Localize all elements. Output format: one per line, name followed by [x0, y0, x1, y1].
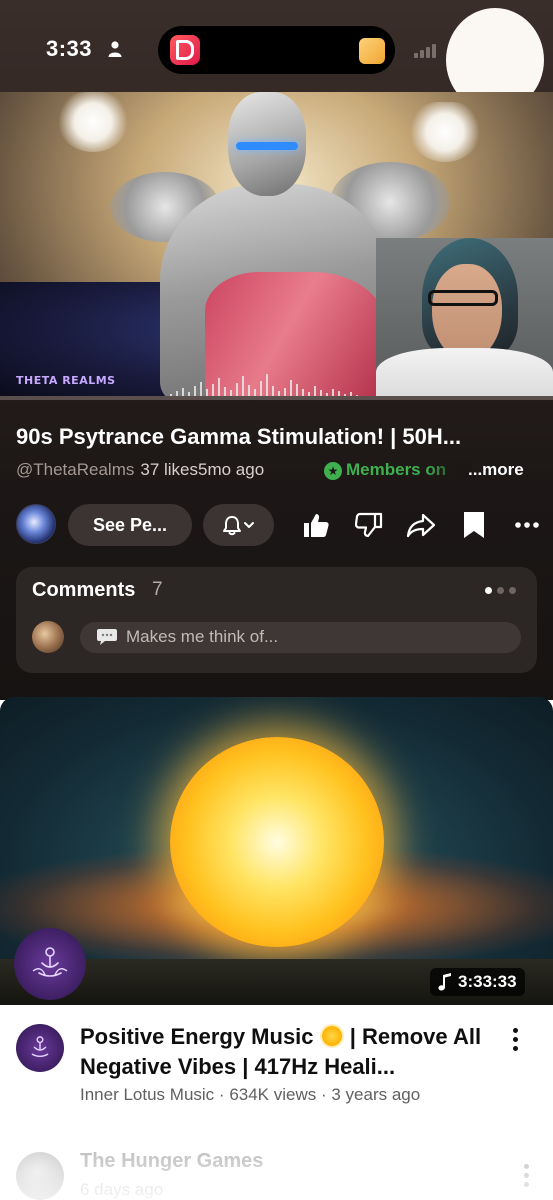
- channel-handle[interactable]: @ThetaRealms: [16, 460, 134, 479]
- bell-icon: [222, 516, 254, 536]
- third-item-menu-button[interactable]: [522, 1164, 530, 1188]
- chandelier-right: [410, 102, 480, 162]
- sun-emoji-icon: [321, 1026, 342, 1046]
- next-video-menu-button[interactable]: [511, 1028, 519, 1052]
- duration-text: 3:33:33: [458, 972, 517, 991]
- save-button[interactable]: [457, 508, 491, 542]
- dislike-button[interactable]: [353, 508, 387, 542]
- third-item-avatar[interactable]: [16, 1152, 64, 1200]
- next-video-views: 634K views: [229, 1085, 317, 1104]
- notifications-button[interactable]: [203, 504, 274, 546]
- lotus-meditation-icon: [31, 1036, 49, 1058]
- user-avatar: [32, 621, 64, 653]
- thumbs-up-icon: [304, 514, 329, 537]
- video-meta-row[interactable]: @ThetaRealms 37 likes5mo ago ★ Members on…: [16, 460, 541, 484]
- chandelier-left: [58, 92, 128, 152]
- bookmark-icon: [464, 512, 484, 538]
- dynamic-island: [158, 26, 395, 74]
- members-star-icon: ★: [324, 462, 342, 480]
- signal-icon: [414, 42, 440, 58]
- more-horizontal-icon: [515, 522, 539, 528]
- share-button[interactable]: [404, 508, 438, 542]
- next-video-age: 3 years ago: [331, 1085, 421, 1104]
- carousel-dots: [485, 587, 519, 595]
- action-row: See Pe...: [0, 500, 553, 550]
- webcam-shirt: [376, 348, 553, 400]
- waveform-bar: [266, 374, 268, 398]
- meta-separator: ·: [218, 1085, 230, 1104]
- comment-placeholder: Makes me think of...: [126, 627, 279, 646]
- lotus-meditation-icon: [32, 947, 68, 977]
- golden-orb: [170, 737, 384, 947]
- activity-icon: [359, 38, 385, 64]
- video-player[interactable]: THETA REALMS: [0, 92, 553, 400]
- next-video-title[interactable]: Positive Energy Music | Remove All Negat…: [80, 1022, 500, 1082]
- next-video-channel: Inner Lotus Music: [80, 1085, 215, 1104]
- audio-waveform: [170, 372, 370, 398]
- comments-card[interactable]: Comments 7 Makes me think of...: [16, 567, 537, 673]
- webcam-glasses: [428, 290, 498, 306]
- meta-separator: ·: [320, 1085, 332, 1104]
- creator-webcam: [376, 238, 553, 400]
- meta-fade: [426, 460, 472, 484]
- more-actions-button[interactable]: [510, 508, 544, 542]
- third-item-title[interactable]: The Hunger Games: [80, 1150, 263, 1173]
- upload-age: 5mo ago: [198, 460, 265, 479]
- waveform-bar: [242, 376, 244, 398]
- thumbs-down-icon: [355, 512, 383, 538]
- music-note-icon: [438, 973, 451, 991]
- next-video-channel-avatar[interactable]: [16, 1024, 64, 1072]
- waveform-bar: [218, 378, 220, 398]
- like-count: 37 likes: [140, 460, 198, 479]
- next-video-title-part1: Positive Energy Music: [80, 1024, 314, 1049]
- more-link[interactable]: ...more: [468, 460, 524, 480]
- video-title[interactable]: 90s Psytrance Gamma Stimulation! | 50H..…: [16, 424, 541, 450]
- channel-logo-overlay: [14, 928, 86, 1000]
- comments-title: Comments: [32, 579, 136, 601]
- duration-badge: 3:33:33: [430, 968, 525, 996]
- comments-count: 7: [152, 579, 163, 600]
- status-time: 3:33: [46, 36, 93, 61]
- speech-bubble-icon: [97, 629, 117, 645]
- next-video-meta: Inner Lotus Music · 634K views · 3 years…: [80, 1085, 420, 1105]
- share-icon: [406, 513, 436, 538]
- person-icon: [108, 41, 122, 57]
- third-item-meta: 6 days ago: [80, 1180, 164, 1199]
- webcam-face: [432, 264, 502, 360]
- progress-bar[interactable]: [0, 396, 553, 400]
- recording-app-icon: [170, 35, 200, 65]
- channel-watermark: THETA REALMS: [16, 374, 116, 387]
- status-bar: 3:33: [0, 0, 553, 112]
- channel-avatar[interactable]: [16, 504, 56, 544]
- glowing-eyes: [236, 142, 298, 150]
- like-button[interactable]: [299, 508, 333, 542]
- see-perks-button[interactable]: See Pe...: [68, 504, 192, 546]
- comment-input[interactable]: Makes me think of...: [80, 622, 521, 653]
